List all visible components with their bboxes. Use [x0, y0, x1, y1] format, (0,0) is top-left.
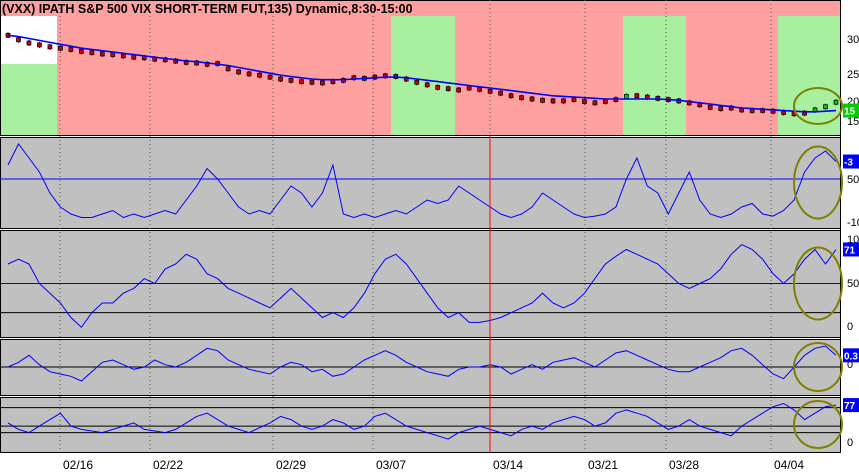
candle-body — [477, 86, 482, 92]
candle-body — [519, 95, 524, 101]
candle-body — [225, 66, 231, 72]
x-tick-label: 02/22 — [153, 458, 183, 472]
candle-body — [823, 104, 828, 110]
candle-body — [466, 85, 472, 91]
candle-body — [120, 53, 126, 59]
chart-window: 02/16 02/22 02/29 03/07 03/14 03/21 03/28 04/04… — [0, 0, 859, 473]
candle-body — [58, 45, 63, 51]
candle-body — [299, 79, 304, 84]
regime-band — [57, 16, 391, 135]
candle-body — [99, 51, 105, 57]
y-tick-label: -10 — [847, 217, 859, 229]
last-value-label: 15 — [844, 107, 856, 118]
x-tick-label: 02/16 — [63, 458, 93, 472]
candle-body — [634, 93, 640, 99]
indicator-panel-bg — [0, 397, 840, 452]
candle-body — [246, 71, 252, 77]
multi-panel-chart: 02/16 02/22 02/29 03/07 03/14 03/21 03/28 04/04… — [0, 0, 859, 472]
candle-body — [68, 47, 74, 52]
candle-body — [508, 93, 514, 99]
candle-body — [37, 42, 42, 48]
candle-body — [529, 96, 535, 102]
candle-body — [320, 80, 325, 86]
last-value-label: 77 — [844, 401, 856, 412]
regime-band — [391, 16, 455, 135]
candle-body — [257, 72, 262, 78]
indicator-panel-bg — [0, 137, 840, 228]
candle-body — [445, 86, 451, 92]
x-tick-label: 03/21 — [588, 458, 618, 472]
candle-body — [592, 100, 598, 106]
candle-body — [89, 50, 95, 56]
y-tick-label: 30 — [847, 34, 859, 46]
candle-body — [498, 90, 503, 96]
y-tick-label: 15 — [847, 116, 859, 128]
x-tick-label: 02/29 — [276, 458, 306, 472]
candle-body — [26, 40, 32, 46]
x-tick-label: 03/28 — [669, 458, 699, 472]
candle-body — [16, 37, 21, 43]
candle-body — [571, 97, 577, 102]
y-tick-label: 0 — [847, 321, 853, 333]
candle-body — [707, 104, 713, 110]
regime-band — [623, 16, 686, 135]
last-value-label: -3 — [844, 158, 853, 169]
candle-body — [540, 97, 545, 103]
candle-body — [718, 106, 724, 111]
x-tick-label: 03/14 — [493, 458, 523, 472]
candle-body — [424, 82, 430, 88]
candle-body — [833, 99, 839, 105]
candle-body — [288, 77, 294, 83]
chart-title: (VXX) IPATH S&P 500 VIX SHORT-TERM FUT,1… — [2, 2, 413, 16]
candle-body — [550, 98, 556, 104]
candle-body — [267, 74, 273, 80]
candle-body — [561, 98, 566, 104]
candle-body — [79, 49, 84, 54]
regime-band — [686, 16, 778, 135]
regime-band — [455, 16, 623, 135]
candle-body — [435, 85, 441, 90]
candle-body — [487, 88, 493, 94]
candle-body — [278, 76, 283, 82]
candle-body — [47, 44, 53, 50]
y-tick-label: 50 — [847, 278, 859, 290]
blank-corner — [0, 16, 57, 64]
candle-body — [582, 99, 587, 104]
candle-body — [624, 94, 629, 99]
y-tick-label: 50 — [847, 174, 859, 186]
last-value-label: 71 — [844, 245, 856, 256]
x-tick-label: 03/07 — [376, 458, 406, 472]
last-value-label: 0.3 — [844, 351, 858, 362]
y-tick-label: 25 — [847, 69, 859, 81]
candle-body — [456, 87, 462, 93]
regime-band — [778, 16, 840, 135]
candle-body — [414, 79, 420, 85]
y-tick-label: 0 — [847, 437, 853, 449]
candle-body — [110, 52, 116, 57]
x-tick-label: 04/04 — [774, 458, 804, 472]
candle-body — [131, 54, 137, 60]
candle-body — [236, 69, 241, 75]
candle-body — [309, 79, 315, 85]
candle-body — [603, 99, 608, 104]
